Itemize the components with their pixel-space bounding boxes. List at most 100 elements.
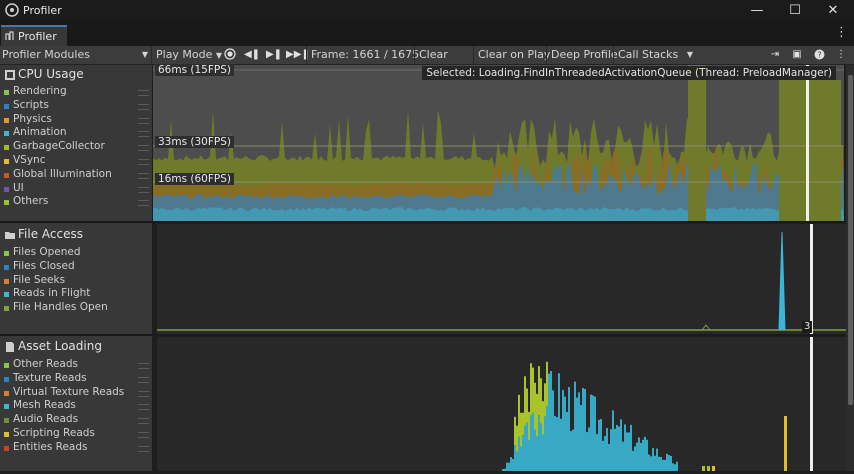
- legend-item-rendering[interactable]: Rendering: [3, 85, 153, 99]
- legend-item-animation[interactable]: Animation: [3, 126, 153, 140]
- legend-color-swatch: [4, 363, 9, 368]
- legend-label: File Seeks: [13, 273, 66, 286]
- drag-handle-icon[interactable]: [138, 117, 149, 124]
- legend-item-scripting-reads[interactable]: Scripting Reads: [3, 427, 153, 441]
- legend-item-file-handles-open[interactable]: File Handles Open: [3, 301, 153, 315]
- clear-on-play-button[interactable]: Clear on Play: [473, 46, 554, 64]
- legend-item-vsync[interactable]: VSync: [3, 154, 153, 168]
- legend-color-swatch: [4, 292, 9, 298]
- legend-item-garbagecollector[interactable]: GarbageCollector: [3, 140, 153, 154]
- tab-profiler[interactable]: Profiler: [1, 25, 67, 46]
- other-reads-bar: [526, 388, 528, 423]
- legend-item-entities-reads[interactable]: Entities Reads: [3, 441, 153, 455]
- legend-item-audio-reads[interactable]: Audio Reads: [3, 413, 153, 427]
- mesh-reads-bar: [506, 462, 508, 471]
- other-reads-bar: [524, 376, 526, 426]
- legend-item-scripts[interactable]: Scripts: [3, 99, 153, 113]
- legend-item-others[interactable]: Others: [3, 195, 153, 209]
- minimize-icon[interactable]: —: [742, 1, 772, 21]
- cpu-area-spike: [779, 80, 841, 221]
- asset-loading-chart[interactable]: [157, 337, 846, 471]
- other-reads-bar: [532, 367, 534, 413]
- load-icon[interactable]: ⇥: [765, 46, 785, 64]
- file-access-chart[interactable]: 3: [157, 224, 846, 334]
- first-frame-icon[interactable]: ◀❚: [242, 46, 262, 64]
- legend-item-files-opened[interactable]: Files Opened: [3, 246, 153, 260]
- vertical-scrollbar[interactable]: [846, 65, 854, 471]
- other-reads-bar: [546, 361, 548, 406]
- legend-item-files-closed[interactable]: Files Closed: [3, 259, 153, 274]
- folder-icon: [5, 232, 15, 239]
- legend-label: UI: [13, 181, 24, 194]
- drag-handle-icon[interactable]: [138, 404, 149, 411]
- mesh-reads-bar: [646, 439, 648, 471]
- drag-handle-icon[interactable]: [138, 376, 149, 383]
- drag-handle-icon[interactable]: [138, 103, 149, 110]
- scrollbar-thumb[interactable]: [848, 75, 853, 405]
- mesh-reads-bar: [640, 442, 642, 471]
- other-reads-bar: [516, 425, 518, 452]
- mesh-reads-bar: [520, 446, 522, 471]
- selected-frame-marker: [806, 65, 809, 221]
- legend-item-texture-reads[interactable]: Texture Reads: [3, 372, 153, 386]
- legend-item-physics[interactable]: Physics: [3, 113, 153, 127]
- drag-handle-icon[interactable]: [138, 432, 149, 438]
- last-frame-icon[interactable]: ▶▶❚: [286, 46, 310, 64]
- toolbar-menu-icon[interactable]: ⋮: [831, 46, 851, 64]
- file-access-module-header[interactable]: File Access: [0, 227, 152, 243]
- drag-handle-icon[interactable]: [138, 145, 149, 152]
- close-icon[interactable]: ✕: [818, 1, 848, 21]
- next-frame-icon[interactable]: ▶❚: [264, 46, 284, 64]
- drag-handle-icon[interactable]: [138, 159, 149, 165]
- help-icon[interactable]: ?: [809, 46, 829, 64]
- save-icon[interactable]: ▣: [787, 46, 807, 64]
- cpu-usage-chart[interactable]: 66ms (15FPS) 33ms (30FPS) 16ms (60FPS) S…: [153, 64, 844, 221]
- drag-handle-icon[interactable]: [138, 418, 149, 425]
- mesh-reads-bar: [634, 446, 636, 471]
- mesh-reads-bar: [630, 424, 632, 471]
- drag-handle-icon[interactable]: [138, 390, 149, 397]
- legend-item-reads-in-flight[interactable]: Reads in Flight: [3, 287, 153, 301]
- mesh-reads-bar: [538, 415, 540, 471]
- clear-button[interactable]: Clear: [414, 46, 452, 64]
- play-mode-dropdown[interactable]: Play Mode ▼: [151, 46, 226, 64]
- legend-item-other-reads[interactable]: Other Reads: [3, 358, 153, 372]
- cpu-usage-module-header[interactable]: CPU Usage: [0, 67, 152, 83]
- mesh-reads-bar: [566, 411, 568, 471]
- drag-handle-icon[interactable]: [138, 172, 149, 179]
- legend-color-swatch: [4, 145, 9, 151]
- record-icon[interactable]: [220, 46, 240, 64]
- legend-label: Others: [13, 195, 49, 208]
- drag-handle-icon[interactable]: [138, 200, 149, 207]
- dropdown-arrow-icon: ▼: [686, 50, 693, 59]
- asset-loading-module-header[interactable]: Asset Loading: [0, 339, 152, 355]
- legend-item-mesh-reads[interactable]: Mesh Reads: [3, 399, 153, 413]
- legend-item-file-seeks[interactable]: File Seeks: [3, 273, 153, 288]
- legend-item-virtual-texture-reads[interactable]: Virtual Texture Reads: [3, 385, 153, 400]
- call-stacks-dropdown[interactable]: Call Stacks ▼: [613, 46, 696, 64]
- maximize-icon[interactable]: ☐: [780, 1, 810, 21]
- mesh-reads-bar: [652, 448, 654, 471]
- selected-frame-marker: [810, 337, 813, 471]
- module-divider: [0, 334, 854, 336]
- drag-handle-icon[interactable]: [138, 131, 149, 138]
- mesh-reads-bar: [654, 455, 656, 471]
- legend-label: Virtual Texture Reads: [13, 385, 125, 398]
- profiler-modules-dropdown[interactable]: Profiler Modules ▼: [2, 46, 150, 64]
- mesh-reads-bar: [614, 428, 616, 471]
- drag-handle-icon[interactable]: [138, 90, 149, 96]
- legend-item-global-illumination[interactable]: Global Illumination: [3, 168, 153, 182]
- other-reads-bar: [528, 411, 530, 441]
- deep-profile-button[interactable]: Deep Profile: [546, 46, 622, 64]
- drag-handle-icon[interactable]: [138, 186, 149, 193]
- mesh-reads-bar: [648, 454, 650, 471]
- asset-icon: [6, 342, 14, 352]
- mesh-reads-bar: [604, 435, 606, 471]
- drag-handle-icon[interactable]: [138, 445, 149, 452]
- legend-label: Files Closed: [13, 259, 75, 272]
- mesh-reads-bar: [592, 395, 594, 471]
- mesh-reads-bar: [600, 418, 602, 471]
- drag-handle-icon[interactable]: [138, 363, 149, 369]
- legend-item-ui[interactable]: UI: [3, 181, 153, 196]
- tab-menu-icon[interactable]: ⋮: [835, 25, 848, 40]
